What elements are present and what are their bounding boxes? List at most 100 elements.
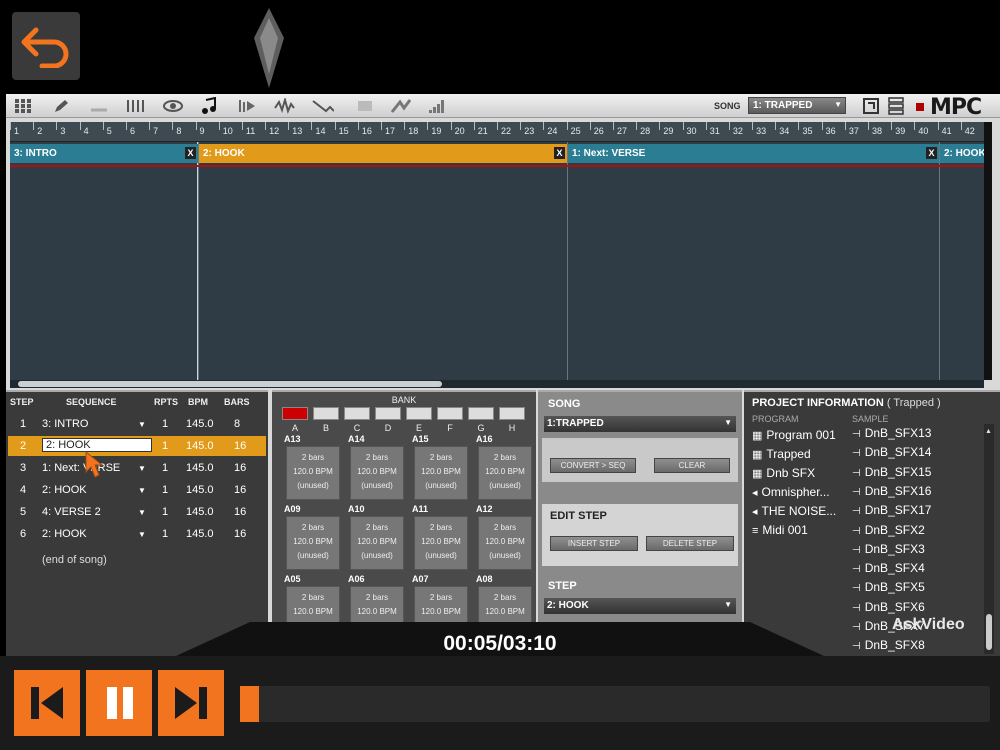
step-repeats[interactable]: 1 bbox=[162, 462, 168, 474]
step-sequence[interactable]: 1: Next: VERSE bbox=[42, 462, 120, 474]
convert-to-seq-button[interactable]: CONVERT > SEQ bbox=[550, 458, 636, 473]
step-row[interactable]: 2 2: HOOK ▼ 1 145.0 16 bbox=[8, 436, 266, 456]
sample-item[interactable]: ⊣ DnB_SFX13 bbox=[852, 426, 931, 440]
sequence-pad[interactable]: 2 bars 120.0 BPM (unused) bbox=[286, 446, 340, 500]
music-note-icon[interactable] bbox=[198, 96, 220, 116]
sample-item[interactable]: ⊣ DnB_SFX15 bbox=[852, 465, 931, 479]
sample-item[interactable]: ⊣ DnB_SFX3 bbox=[852, 542, 925, 556]
step-row[interactable]: 6 2: HOOK ▼ 1 145.0 16 bbox=[8, 524, 266, 544]
step-row[interactable]: 4 2: HOOK ▼ 1 145.0 16 bbox=[8, 480, 266, 500]
step-bpm[interactable]: 145.0 bbox=[186, 418, 214, 430]
sequence-pad[interactable]: 2 bars 120.0 BPM (unused) bbox=[286, 516, 340, 570]
step-repeats[interactable]: 1 bbox=[162, 418, 168, 430]
step-select[interactable]: 2: HOOK ▼ bbox=[544, 598, 736, 614]
sequence-icon[interactable] bbox=[236, 96, 258, 116]
grid-icon[interactable] bbox=[12, 96, 34, 116]
previous-button[interactable] bbox=[14, 670, 80, 736]
bank-button[interactable] bbox=[437, 407, 463, 420]
back-button[interactable] bbox=[12, 12, 80, 80]
sample-item[interactable]: ⊣ DnB_SFX17 bbox=[852, 503, 931, 517]
step-bpm[interactable]: 145.0 bbox=[186, 528, 214, 540]
program-item[interactable]: ▦ Dnb SFX bbox=[752, 466, 815, 480]
layout-icon[interactable] bbox=[886, 96, 906, 116]
sequence-pad[interactable]: 2 bars 120.0 BPM (unused) bbox=[478, 446, 532, 500]
step-bpm[interactable]: 145.0 bbox=[186, 462, 214, 474]
program-item[interactable]: ▦ Trapped bbox=[752, 447, 811, 461]
horizontal-scrollbar[interactable] bbox=[10, 380, 984, 388]
step-bpm[interactable]: 145.0 bbox=[186, 506, 214, 518]
scrollbar-thumb[interactable] bbox=[18, 381, 442, 387]
midi-icon[interactable] bbox=[390, 96, 412, 116]
chevron-down-icon[interactable]: ▼ bbox=[138, 530, 146, 539]
mixer-icon[interactable] bbox=[124, 96, 146, 116]
sample-item[interactable]: ⊣ DnB_SFX4 bbox=[852, 561, 925, 575]
bank-button[interactable] bbox=[468, 407, 494, 420]
chevron-down-icon[interactable]: ▼ bbox=[138, 464, 146, 473]
waveform-icon[interactable] bbox=[274, 96, 296, 116]
clear-button[interactable]: CLEAR bbox=[654, 458, 730, 473]
insert-step-button[interactable]: INSERT STEP bbox=[550, 536, 638, 551]
song-panel-select[interactable]: 1:TRAPPED ▼ bbox=[544, 416, 736, 432]
track-segment-verse[interactable]: 1: Next: VERSE X bbox=[568, 144, 939, 163]
step-row[interactable]: 1 3: INTRO ▼ 1 145.0 8 bbox=[8, 414, 266, 434]
seek-bar[interactable] bbox=[240, 686, 990, 722]
step-bpm[interactable]: 145.0 bbox=[186, 484, 214, 496]
bank-button[interactable] bbox=[344, 407, 370, 420]
step-repeats[interactable]: 1 bbox=[162, 484, 168, 496]
step-sequence[interactable]: 4: VERSE 2 bbox=[42, 506, 101, 518]
step-repeats[interactable]: 1 bbox=[162, 528, 168, 540]
close-icon[interactable]: X bbox=[554, 147, 565, 159]
track-segment-hook-2[interactable]: 2: HOOK bbox=[940, 144, 984, 163]
program-item[interactable]: ◂ Omnispher... bbox=[752, 485, 830, 499]
vertical-scrollbar[interactable] bbox=[984, 122, 992, 380]
sample-item[interactable]: ⊣ DnB_SFX5 bbox=[852, 580, 925, 594]
program-item[interactable]: ▦ Program 001 bbox=[752, 428, 836, 442]
seek-handle[interactable] bbox=[252, 8, 286, 88]
song-timeline[interactable]: 1 2 3 4 5 6 7 8 9 10 11 12 13 14 15 16 17 18 19 20 21 22 23 24 2… bbox=[10, 122, 984, 384]
step-row[interactable]: 3 1: Next: VERSE ▼ 1 145.0 16 bbox=[8, 458, 266, 478]
loop-icon[interactable] bbox=[862, 96, 880, 116]
sample-item[interactable]: ⊣ DnB_SFX2 bbox=[852, 523, 925, 537]
bank-button[interactable] bbox=[499, 407, 525, 420]
step-bpm[interactable]: 145.0 bbox=[186, 440, 214, 452]
program-item[interactable]: ≡ Midi 001 bbox=[752, 523, 808, 537]
fx-icon[interactable] bbox=[354, 96, 376, 116]
sample-item[interactable]: ⊣ DnB_SFX14 bbox=[852, 445, 931, 459]
pause-button[interactable] bbox=[86, 670, 152, 736]
program-item[interactable]: ◂ THE NOISE... bbox=[752, 504, 836, 518]
playhead[interactable] bbox=[197, 142, 198, 384]
knife-icon[interactable] bbox=[88, 96, 110, 116]
step-sequence[interactable]: 3: INTRO bbox=[42, 418, 88, 430]
envelope-icon[interactable] bbox=[312, 96, 334, 116]
sample-item[interactable]: ⊣ DnB_SFX6 bbox=[852, 600, 925, 614]
step-repeats[interactable]: 1 bbox=[162, 506, 168, 518]
chevron-down-icon[interactable]: ▼ bbox=[138, 420, 146, 429]
delete-step-button[interactable]: DELETE STEP bbox=[646, 536, 734, 551]
eye-icon[interactable] bbox=[162, 96, 184, 116]
bank-button[interactable] bbox=[313, 407, 339, 420]
steps-icon[interactable] bbox=[426, 96, 448, 116]
bank-button[interactable] bbox=[375, 407, 401, 420]
step-repeats[interactable]: 1 bbox=[162, 440, 168, 452]
sequence-pad[interactable]: 2 bars 120.0 BPM (unused) bbox=[350, 516, 404, 570]
next-button[interactable] bbox=[158, 670, 224, 736]
sequence-pad[interactable]: 2 bars 120.0 BPM (unused) bbox=[350, 446, 404, 500]
bank-button[interactable] bbox=[406, 407, 432, 420]
close-icon[interactable]: X bbox=[926, 147, 937, 159]
step-sequence[interactable]: 2: HOOK bbox=[42, 484, 87, 496]
chevron-down-icon[interactable]: ▼ bbox=[138, 508, 146, 517]
step-row[interactable]: 5 4: VERSE 2 ▼ 1 145.0 16 bbox=[8, 502, 266, 522]
bar-ruler[interactable]: 1 2 3 4 5 6 7 8 9 10 11 12 13 14 15 16 17 18 19 20 21 22 23 24 2… bbox=[10, 122, 984, 142]
sample-item[interactable]: ⊣ DnB_SFX16 bbox=[852, 484, 931, 498]
step-sequence[interactable]: 2: HOOK bbox=[42, 528, 87, 540]
chevron-down-icon[interactable]: ▼ bbox=[138, 486, 146, 495]
chevron-up-icon[interactable]: ▲ bbox=[985, 428, 992, 435]
chevron-down-icon[interactable]: ▼ bbox=[138, 442, 146, 451]
song-select[interactable]: 1: TRAPPED ▼ bbox=[748, 97, 846, 114]
bank-button[interactable] bbox=[282, 407, 308, 420]
sequence-pad[interactable]: 2 bars 120.0 BPM (unused) bbox=[414, 446, 468, 500]
track-segment-hook[interactable]: 2: HOOK X bbox=[199, 144, 567, 163]
sequence-pad[interactable]: 2 bars 120.0 BPM (unused) bbox=[414, 516, 468, 570]
pencil-icon[interactable] bbox=[50, 96, 72, 116]
track-segment-intro[interactable]: 3: INTRO X bbox=[10, 144, 198, 163]
